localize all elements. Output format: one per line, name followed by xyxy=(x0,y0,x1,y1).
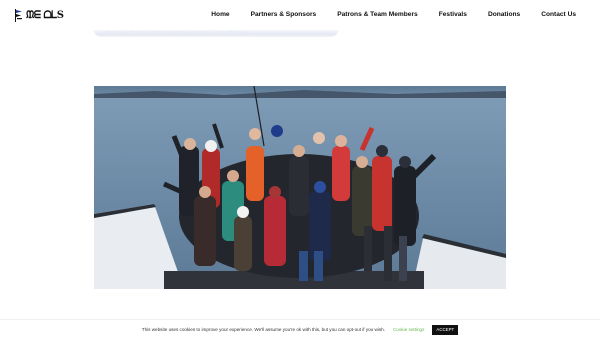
banner-ghost-text: Seven Seas · Sound Through the Fjord xyxy=(106,30,248,36)
hero-photo xyxy=(94,86,506,289)
nav-item-partners-sponsors[interactable]: Partners & Sponsors xyxy=(251,9,317,21)
site-header: ᙢᗴ ᗝᒪS Home Partners & Sponsors Patrons … xyxy=(0,0,600,30)
group-photo-image xyxy=(94,86,506,289)
nav-item-festivals[interactable]: Festivals xyxy=(439,9,467,21)
nav-item-contact[interactable]: Contact Us xyxy=(541,9,576,21)
logo-wordmark: ᙢᗴ ᗝᒪS xyxy=(26,9,64,21)
banner-strip: Seven Seas · Sound Through the Fjord xyxy=(94,30,338,37)
cookie-consent-bar: This website uses cookies to improve you… xyxy=(0,319,600,339)
cookie-settings-link[interactable]: Cookie settings xyxy=(393,327,424,332)
main-navigation: Home Partners & Sponsors Patrons & Team … xyxy=(190,9,576,21)
cookie-accept-button[interactable]: ACCEPT xyxy=(432,324,459,335)
nav-item-patrons-team[interactable]: Patrons & Team Members xyxy=(337,9,418,21)
site-logo[interactable]: ᙢᗴ ᗝᒪS xyxy=(14,8,64,22)
nav-item-home[interactable]: Home xyxy=(211,9,229,21)
nav-item-donations[interactable]: Donations xyxy=(488,9,520,21)
flag-logo-icon xyxy=(15,8,22,22)
cookie-message: This website uses cookies to improve you… xyxy=(141,327,385,332)
